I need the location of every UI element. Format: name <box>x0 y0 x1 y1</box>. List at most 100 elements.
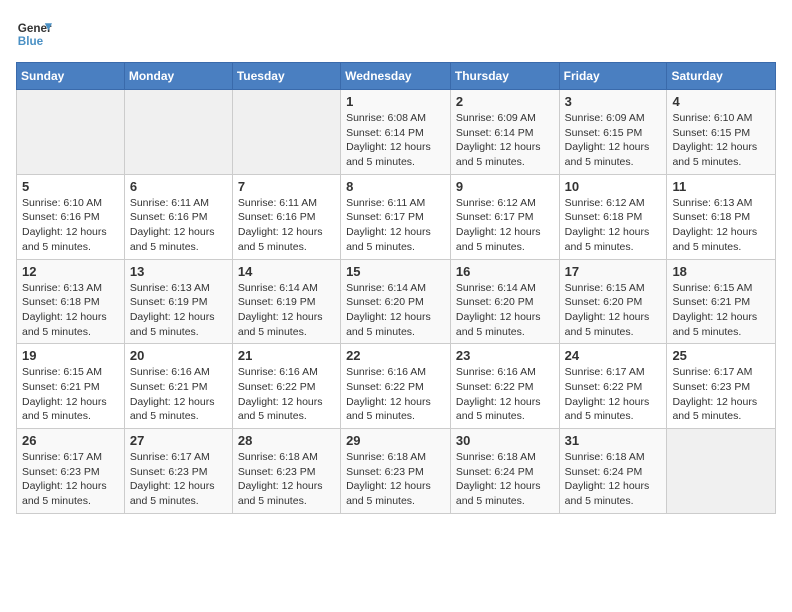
day-number: 23 <box>456 348 554 363</box>
day-number: 16 <box>456 264 554 279</box>
weekday-header: Monday <box>124 63 232 90</box>
calendar-cell: 16 Sunrise: 6:14 AM Sunset: 6:20 PM Dayli… <box>450 259 559 344</box>
calendar-cell: 9 Sunrise: 6:12 AM Sunset: 6:17 PM Daylig… <box>450 174 559 259</box>
day-number: 1 <box>346 94 445 109</box>
day-number: 9 <box>456 179 554 194</box>
day-number: 15 <box>346 264 445 279</box>
day-number: 6 <box>130 179 227 194</box>
weekday-header: Wednesday <box>341 63 451 90</box>
day-info: Sunrise: 6:11 AM Sunset: 6:17 PM Dayligh… <box>346 196 445 255</box>
day-info: Sunrise: 6:14 AM Sunset: 6:19 PM Dayligh… <box>238 281 335 340</box>
day-number: 31 <box>565 433 662 448</box>
day-info: Sunrise: 6:13 AM Sunset: 6:19 PM Dayligh… <box>130 281 227 340</box>
calendar-cell: 3 Sunrise: 6:09 AM Sunset: 6:15 PM Daylig… <box>559 90 667 175</box>
calendar-cell: 13 Sunrise: 6:13 AM Sunset: 6:19 PM Dayli… <box>124 259 232 344</box>
day-info: Sunrise: 6:17 AM Sunset: 6:23 PM Dayligh… <box>672 365 770 424</box>
calendar-cell: 2 Sunrise: 6:09 AM Sunset: 6:14 PM Daylig… <box>450 90 559 175</box>
day-info: Sunrise: 6:13 AM Sunset: 6:18 PM Dayligh… <box>22 281 119 340</box>
day-info: Sunrise: 6:11 AM Sunset: 6:16 PM Dayligh… <box>130 196 227 255</box>
day-number: 10 <box>565 179 662 194</box>
day-info: Sunrise: 6:14 AM Sunset: 6:20 PM Dayligh… <box>456 281 554 340</box>
day-number: 21 <box>238 348 335 363</box>
day-info: Sunrise: 6:18 AM Sunset: 6:23 PM Dayligh… <box>346 450 445 509</box>
calendar-week-row: 1Sunrise: 6:08 AM Sunset: 6:14 PM Daylig… <box>17 90 776 175</box>
day-number: 12 <box>22 264 119 279</box>
calendar-cell <box>232 90 340 175</box>
day-info: Sunrise: 6:13 AM Sunset: 6:18 PM Dayligh… <box>672 196 770 255</box>
calendar-cell: 7 Sunrise: 6:11 AM Sunset: 6:16 PM Daylig… <box>232 174 340 259</box>
calendar-cell: 1Sunrise: 6:08 AM Sunset: 6:14 PM Daylig… <box>341 90 451 175</box>
day-info: Sunrise: 6:15 AM Sunset: 6:21 PM Dayligh… <box>22 365 119 424</box>
day-number: 17 <box>565 264 662 279</box>
day-number: 14 <box>238 264 335 279</box>
day-info: Sunrise: 6:10 AM Sunset: 6:16 PM Dayligh… <box>22 196 119 255</box>
calendar-cell: 11 Sunrise: 6:13 AM Sunset: 6:18 PM Dayli… <box>667 174 776 259</box>
day-number: 24 <box>565 348 662 363</box>
day-number: 13 <box>130 264 227 279</box>
calendar-header: SundayMondayTuesdayWednesdayThursdayFrid… <box>17 63 776 90</box>
day-number: 28 <box>238 433 335 448</box>
day-number: 11 <box>672 179 770 194</box>
calendar-cell: 15 Sunrise: 6:14 AM Sunset: 6:20 PM Dayli… <box>341 259 451 344</box>
calendar-table: SundayMondayTuesdayWednesdayThursdayFrid… <box>16 62 776 514</box>
day-info: Sunrise: 6:16 AM Sunset: 6:21 PM Dayligh… <box>130 365 227 424</box>
day-info: Sunrise: 6:14 AM Sunset: 6:20 PM Dayligh… <box>346 281 445 340</box>
weekday-header: Tuesday <box>232 63 340 90</box>
day-number: 4 <box>672 94 770 109</box>
calendar-week-row: 26 Sunrise: 6:17 AM Sunset: 6:23 PM Dayli… <box>17 429 776 514</box>
calendar-cell <box>667 429 776 514</box>
svg-text:Blue: Blue <box>18 35 44 48</box>
day-info: Sunrise: 6:12 AM Sunset: 6:17 PM Dayligh… <box>456 196 554 255</box>
day-info: Sunrise: 6:18 AM Sunset: 6:23 PM Dayligh… <box>238 450 335 509</box>
day-number: 5 <box>22 179 119 194</box>
calendar-cell: 5 Sunrise: 6:10 AM Sunset: 6:16 PM Daylig… <box>17 174 125 259</box>
day-info: Sunrise: 6:17 AM Sunset: 6:22 PM Dayligh… <box>565 365 662 424</box>
calendar-cell: 20 Sunrise: 6:16 AM Sunset: 6:21 PM Dayli… <box>124 344 232 429</box>
logo: General Blue <box>16 16 52 52</box>
day-number: 3 <box>565 94 662 109</box>
weekday-header: Friday <box>559 63 667 90</box>
day-info: Sunrise: 6:18 AM Sunset: 6:24 PM Dayligh… <box>456 450 554 509</box>
calendar-cell: 19 Sunrise: 6:15 AM Sunset: 6:21 PM Dayli… <box>17 344 125 429</box>
calendar-week-row: 12 Sunrise: 6:13 AM Sunset: 6:18 PM Dayli… <box>17 259 776 344</box>
calendar-cell: 28 Sunrise: 6:18 AM Sunset: 6:23 PM Dayli… <box>232 429 340 514</box>
day-info: Sunrise: 6:09 AM Sunset: 6:14 PM Dayligh… <box>456 111 554 170</box>
calendar-cell: 27 Sunrise: 6:17 AM Sunset: 6:23 PM Dayli… <box>124 429 232 514</box>
calendar-cell: 29 Sunrise: 6:18 AM Sunset: 6:23 PM Dayli… <box>341 429 451 514</box>
calendar-cell: 17 Sunrise: 6:15 AM Sunset: 6:20 PM Dayli… <box>559 259 667 344</box>
day-info: Sunrise: 6:12 AM Sunset: 6:18 PM Dayligh… <box>565 196 662 255</box>
day-number: 27 <box>130 433 227 448</box>
calendar-cell: 6 Sunrise: 6:11 AM Sunset: 6:16 PM Daylig… <box>124 174 232 259</box>
day-info: Sunrise: 6:15 AM Sunset: 6:21 PM Dayligh… <box>672 281 770 340</box>
day-number: 25 <box>672 348 770 363</box>
day-number: 29 <box>346 433 445 448</box>
day-info: Sunrise: 6:09 AM Sunset: 6:15 PM Dayligh… <box>565 111 662 170</box>
day-info: Sunrise: 6:17 AM Sunset: 6:23 PM Dayligh… <box>130 450 227 509</box>
calendar-cell: 23Sunrise: 6:16 AM Sunset: 6:22 PM Dayli… <box>450 344 559 429</box>
calendar-cell: 25 Sunrise: 6:17 AM Sunset: 6:23 PM Dayli… <box>667 344 776 429</box>
day-number: 19 <box>22 348 119 363</box>
day-info: Sunrise: 6:10 AM Sunset: 6:15 PM Dayligh… <box>672 111 770 170</box>
calendar-body: 1Sunrise: 6:08 AM Sunset: 6:14 PM Daylig… <box>17 90 776 514</box>
calendar-cell: 4 Sunrise: 6:10 AM Sunset: 6:15 PM Daylig… <box>667 90 776 175</box>
day-number: 20 <box>130 348 227 363</box>
calendar-cell: 12 Sunrise: 6:13 AM Sunset: 6:18 PM Dayli… <box>17 259 125 344</box>
day-number: 30 <box>456 433 554 448</box>
day-number: 2 <box>456 94 554 109</box>
day-number: 8 <box>346 179 445 194</box>
day-info: Sunrise: 6:15 AM Sunset: 6:20 PM Dayligh… <box>565 281 662 340</box>
page-header: General Blue <box>16 16 776 52</box>
day-info: Sunrise: 6:18 AM Sunset: 6:24 PM Dayligh… <box>565 450 662 509</box>
weekday-header: Sunday <box>17 63 125 90</box>
day-info: Sunrise: 6:11 AM Sunset: 6:16 PM Dayligh… <box>238 196 335 255</box>
day-number: 26 <box>22 433 119 448</box>
day-number: 7 <box>238 179 335 194</box>
calendar-cell: 14 Sunrise: 6:14 AM Sunset: 6:19 PM Dayli… <box>232 259 340 344</box>
calendar-cell: 24 Sunrise: 6:17 AM Sunset: 6:22 PM Dayli… <box>559 344 667 429</box>
calendar-cell <box>124 90 232 175</box>
calendar-cell: 31 Sunrise: 6:18 AM Sunset: 6:24 PM Dayli… <box>559 429 667 514</box>
calendar-cell: 18Sunrise: 6:15 AM Sunset: 6:21 PM Dayli… <box>667 259 776 344</box>
logo-icon: General Blue <box>16 16 52 52</box>
calendar-cell: 30 Sunrise: 6:18 AM Sunset: 6:24 PM Dayli… <box>450 429 559 514</box>
calendar-week-row: 5 Sunrise: 6:10 AM Sunset: 6:16 PM Daylig… <box>17 174 776 259</box>
